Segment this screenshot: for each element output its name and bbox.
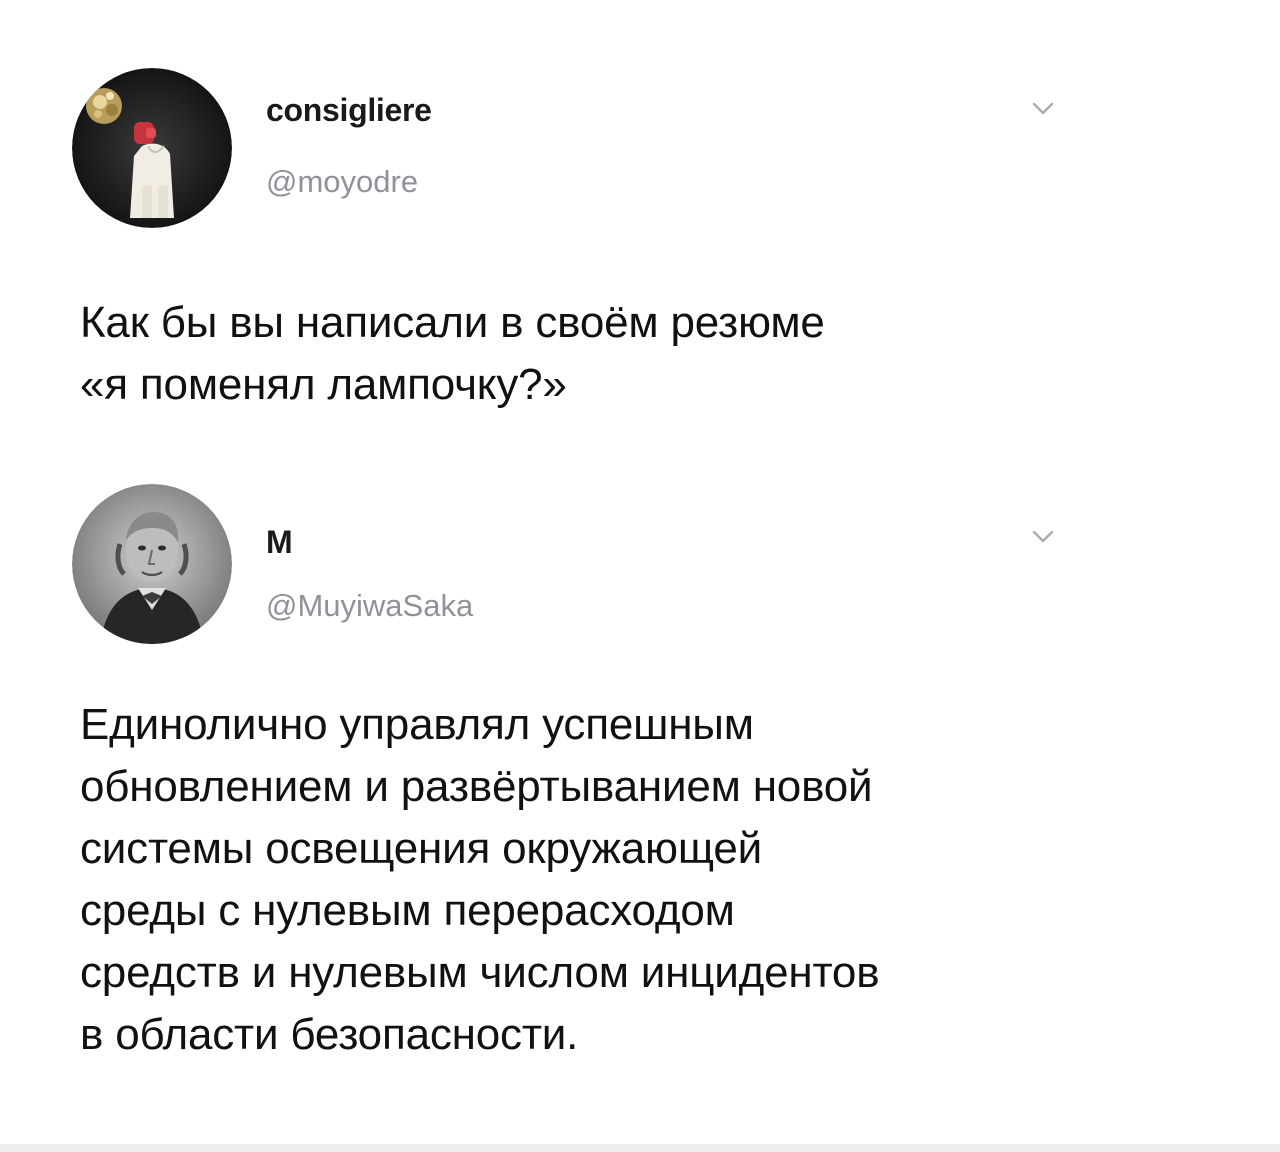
chevron-down-icon[interactable]: [1030, 100, 1056, 118]
avatar-image: [72, 68, 232, 228]
tweet-card-m: M @MuyiwaSaka Единолично управлял успешн…: [0, 470, 1280, 1152]
username-handle[interactable]: @moyodre: [266, 164, 418, 200]
tweet-text: Как бы вы написали в своём резюме «я пом…: [80, 298, 825, 409]
divider: [0, 1144, 1280, 1152]
tweet-card-consigliere: consigliere @moyodre Как бы вы написали …: [0, 0, 1280, 470]
chevron-down-icon[interactable]: [1030, 528, 1056, 546]
display-name[interactable]: consigliere: [266, 92, 432, 129]
avatar[interactable]: [72, 68, 232, 228]
username-handle[interactable]: @MuyiwaSaka: [266, 588, 473, 624]
avatar[interactable]: [72, 484, 232, 644]
display-name[interactable]: M: [266, 524, 293, 561]
avatar-image: [72, 484, 232, 644]
tweet-text: Единолично управлял успешным обновлением…: [80, 700, 880, 1059]
